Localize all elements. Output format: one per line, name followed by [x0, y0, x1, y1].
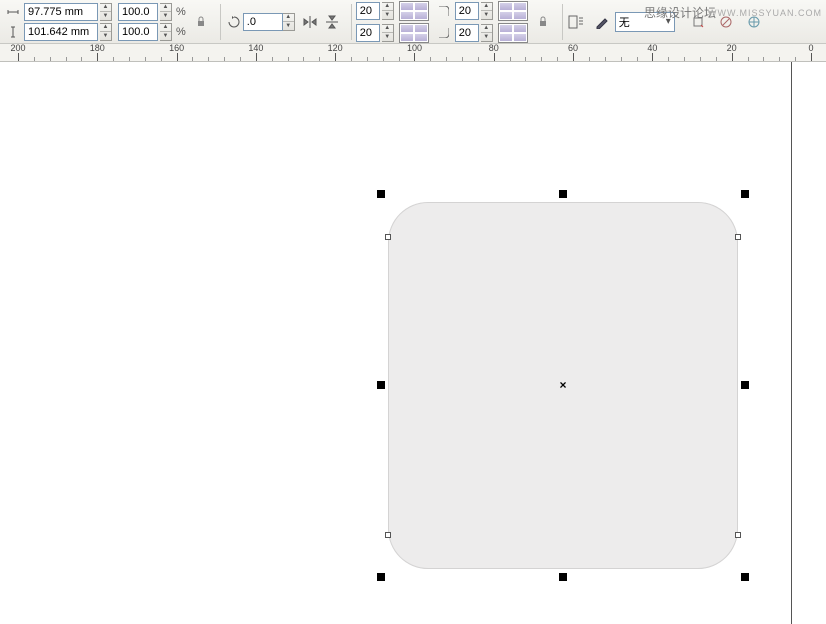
property-toolbar: ▲▼ ▲▼ ▲▼ %: [0, 0, 826, 44]
ruler-label: 140: [248, 44, 263, 53]
width-icon: [4, 3, 22, 21]
ruler-label: 160: [169, 44, 184, 53]
handle-e[interactable]: [741, 381, 749, 389]
divider: [220, 4, 221, 40]
corner-br-icon: [435, 24, 453, 42]
break-icon[interactable]: [745, 13, 763, 31]
crop-icon[interactable]: [689, 13, 707, 31]
corner-tr-icon: [435, 2, 453, 20]
ruler-label: 200: [10, 44, 25, 53]
mirror-group: [301, 13, 341, 31]
node-tl[interactable]: [385, 234, 391, 240]
ruler-label: 40: [647, 44, 657, 53]
scale-x-spinner[interactable]: ▲▼: [160, 3, 172, 21]
corner-bl-preset[interactable]: [399, 23, 429, 43]
canvas-area[interactable]: ×: [0, 62, 826, 624]
corner-bl-spinner[interactable]: ▲▼: [382, 24, 394, 42]
node-tr[interactable]: [735, 234, 741, 240]
handle-sw[interactable]: [377, 573, 385, 581]
outline-pen-icon[interactable]: [593, 13, 611, 31]
selection-center-icon: ×: [559, 378, 566, 392]
rotate-icon: [225, 13, 243, 31]
rotate-group: ▲▼: [225, 13, 295, 31]
ruler-label: 120: [328, 44, 343, 53]
corner-tl-input[interactable]: [356, 2, 380, 20]
corner-br-spinner[interactable]: ▲▼: [481, 24, 493, 42]
ruler-label: 0: [808, 44, 813, 53]
corner-bl-input[interactable]: [356, 24, 380, 42]
size-group: ▲▼ ▲▼: [4, 3, 112, 41]
corner-br-preset[interactable]: [498, 23, 528, 43]
lock-corners-icon[interactable]: [534, 13, 552, 31]
corner-right-group: ▲▼ ▲▼: [435, 1, 552, 43]
handle-se[interactable]: [741, 573, 749, 581]
corner-br-input[interactable]: [455, 24, 479, 42]
divider-2: [351, 4, 352, 40]
height-icon: [4, 23, 22, 41]
handle-w[interactable]: [377, 381, 385, 389]
page-boundary: [791, 62, 792, 624]
ruler-label: 20: [727, 44, 737, 53]
scale-group: ▲▼ % ▲▼ %: [118, 3, 210, 41]
outline-style-value: 无: [619, 14, 630, 30]
right-tools-group: [689, 13, 763, 31]
corner-tr-spinner[interactable]: ▲▼: [481, 2, 493, 20]
options-group: 无: [567, 12, 675, 32]
scale-x-input[interactable]: [118, 3, 158, 21]
handle-ne[interactable]: [741, 190, 749, 198]
rotate-input[interactable]: [243, 13, 283, 31]
text-wrap-icon[interactable]: [567, 13, 585, 31]
height-input[interactable]: [24, 23, 98, 41]
height-spinner[interactable]: ▲▼: [100, 23, 112, 41]
handle-s[interactable]: [559, 573, 567, 581]
horizontal-ruler: 200180160140120100806040200: [0, 44, 826, 62]
scale-y-input[interactable]: [118, 23, 158, 41]
divider-3: [562, 4, 563, 40]
handle-n[interactable]: [559, 190, 567, 198]
handle-nw[interactable]: [377, 190, 385, 198]
corner-left-group: ▲▼ ▲▼: [356, 1, 429, 43]
corner-tr-preset[interactable]: [498, 1, 528, 21]
ruler-label: 100: [407, 44, 422, 53]
convert-arc-icon[interactable]: [717, 13, 735, 31]
rotate-spinner[interactable]: ▲▼: [283, 13, 295, 31]
node-br[interactable]: [735, 532, 741, 538]
percent-label: %: [174, 6, 188, 18]
percent-label-2: %: [174, 26, 188, 38]
ruler-label: 180: [90, 44, 105, 53]
ruler-label: 80: [489, 44, 499, 53]
width-spinner[interactable]: ▲▼: [100, 3, 112, 21]
node-bl[interactable]: [385, 532, 391, 538]
outline-style-dropdown[interactable]: 无: [615, 12, 675, 32]
ruler-label: 60: [568, 44, 578, 53]
corner-tr-input[interactable]: [455, 2, 479, 20]
corner-tl-preset[interactable]: [399, 1, 429, 21]
corner-tl-spinner[interactable]: ▲▼: [382, 2, 394, 20]
lock-ratio-icon[interactable]: [192, 13, 210, 31]
scale-y-spinner[interactable]: ▲▼: [160, 23, 172, 41]
mirror-h-icon[interactable]: [301, 13, 319, 31]
mirror-v-icon[interactable]: [323, 13, 341, 31]
width-input[interactable]: [24, 3, 98, 21]
